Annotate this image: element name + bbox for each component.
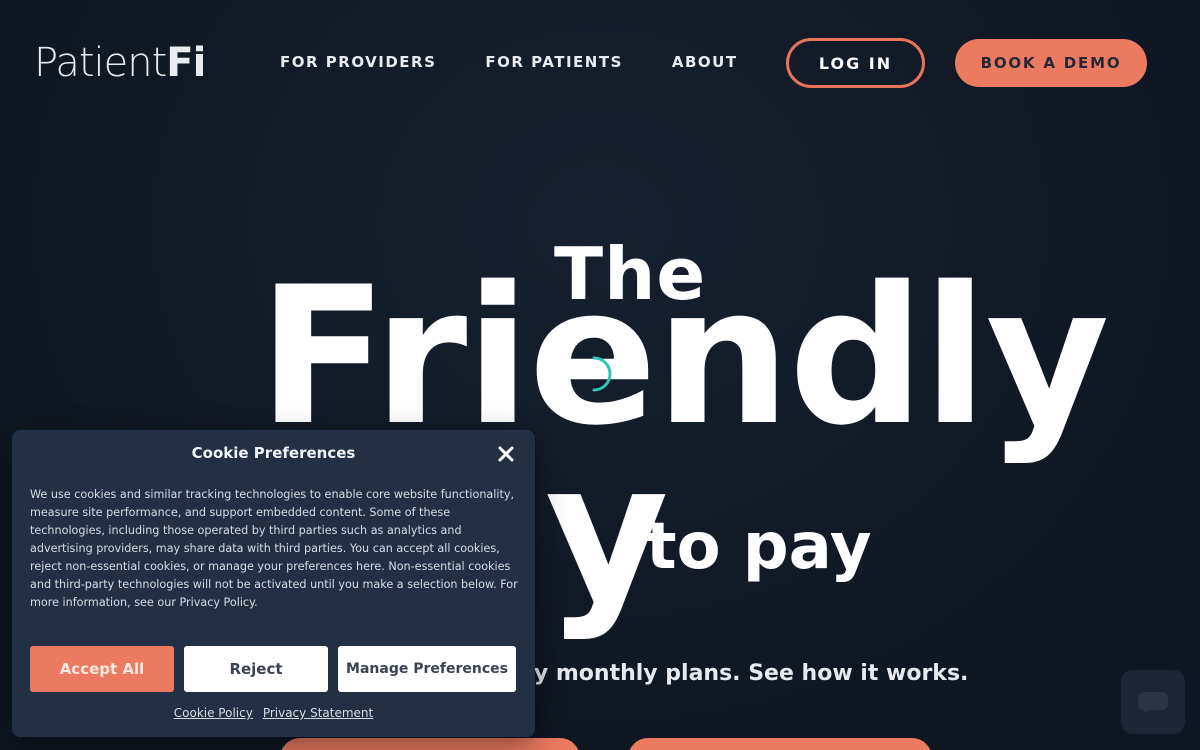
reject-button[interactable]: Reject (184, 646, 328, 692)
manage-preferences-button[interactable]: Manage Preferences (338, 646, 516, 692)
accept-all-button[interactable]: Accept All (30, 646, 174, 692)
hero-subtitle: endly monthly plans. See how it works. (480, 661, 969, 686)
cookie-modal-title: Cookie Preferences (191, 444, 356, 462)
book-demo-button[interactable]: BOOK A DEMO (955, 39, 1147, 87)
cookie-policy-link[interactable]: Cookie Policy (174, 706, 253, 720)
cookie-modal-body: We use cookies and similar tracking tech… (30, 488, 518, 609)
hero-line-friendly: Friendly (258, 246, 1110, 467)
nav-for-providers[interactable]: FOR PROVIDERS (280, 53, 436, 71)
logo-accent: Fi (166, 40, 206, 86)
patientfi-logo[interactable]: PatientFi (34, 40, 206, 86)
nav-for-patients[interactable]: FOR PATIENTS (485, 53, 622, 71)
hero-line-to-pay: to pay (646, 510, 872, 584)
close-icon[interactable] (496, 444, 516, 464)
privacy-statement-link[interactable]: Privacy Statement (263, 706, 373, 720)
cookie-modal-links: Cookie Policy Privacy Statement (12, 706, 535, 720)
chat-widget-button[interactable] (1121, 670, 1185, 734)
cookie-preferences-modal: Cookie Preferences We use cookies and si… (12, 430, 535, 737)
hero-cta-right-button[interactable] (628, 738, 932, 750)
login-button[interactable]: LOG IN (786, 38, 925, 88)
chat-icon (1138, 692, 1168, 714)
nav-about[interactable]: ABOUT (672, 53, 738, 71)
page: PatientFi FOR PROVIDERS FOR PATIENTS ABO… (0, 0, 1200, 750)
loading-spinner-icon (592, 356, 612, 392)
logo-text: Patient (34, 40, 167, 86)
main-nav: FOR PROVIDERS FOR PATIENTS ABOUT (280, 53, 738, 71)
hero-cta-left-button[interactable] (280, 738, 580, 750)
